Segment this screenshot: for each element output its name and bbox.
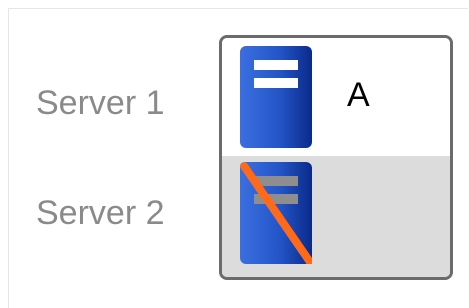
server-1-label: Server 1 (36, 84, 165, 122)
server-offline-icon (240, 162, 312, 264)
server-2-label: Server 2 (36, 194, 165, 232)
server-status-box: A (219, 35, 453, 280)
server-icon (240, 46, 312, 148)
server-1-assignment: A (347, 76, 370, 114)
server-1-row: A (222, 38, 450, 156)
server-2-row (222, 156, 450, 277)
